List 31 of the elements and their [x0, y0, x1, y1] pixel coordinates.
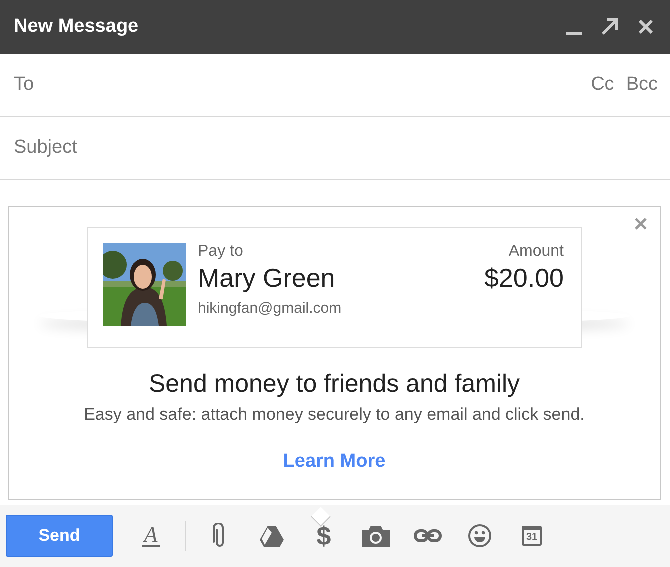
- calendar-icon: 31: [522, 526, 542, 546]
- learn-more-link[interactable]: Learn More: [283, 451, 386, 473]
- amount-value: $20.00: [484, 263, 564, 294]
- close-button[interactable]: [636, 17, 656, 37]
- input-field[interactable]: To: [12, 73, 580, 97]
- close-icon: [634, 217, 648, 231]
- calendar-button[interactable]: 31: [506, 516, 558, 556]
- window-title: New Message: [14, 16, 140, 38]
- pop-out-icon: [601, 18, 619, 36]
- payee-email: hikingfan@gmail.com: [198, 300, 343, 317]
- drive-icon: [260, 526, 284, 546]
- close-button[interactable]: [634, 217, 648, 231]
- recipient-link[interactable]: Cc: [591, 74, 614, 96]
- link-icon: [414, 529, 442, 543]
- dollar-icon: $: [316, 520, 332, 552]
- promo-text: Easy and safe: attach money securely to any email and click send.: [84, 405, 585, 425]
- close-icon: [639, 20, 653, 34]
- recipient-link[interactable]: Bcc: [626, 74, 658, 96]
- promo-headline: Send money to friends and family: [148, 370, 520, 399]
- payee-name: Mary Green: [198, 263, 336, 294]
- money-button[interactable]: $: [298, 516, 350, 556]
- minimize-icon: [566, 32, 582, 34]
- amount-label: Amount: [508, 243, 564, 261]
- paperclip-icon: [213, 523, 227, 549]
- input-field[interactable]: Subject: [12, 136, 658, 160]
- format-button[interactable]: A: [125, 516, 177, 556]
- smiley-icon: [468, 524, 492, 548]
- pop-out-button[interactable]: [600, 17, 620, 37]
- pay-to-label: Pay to: [198, 243, 244, 261]
- camera-icon: [362, 525, 390, 547]
- send-button[interactable]: Send: [6, 515, 113, 557]
